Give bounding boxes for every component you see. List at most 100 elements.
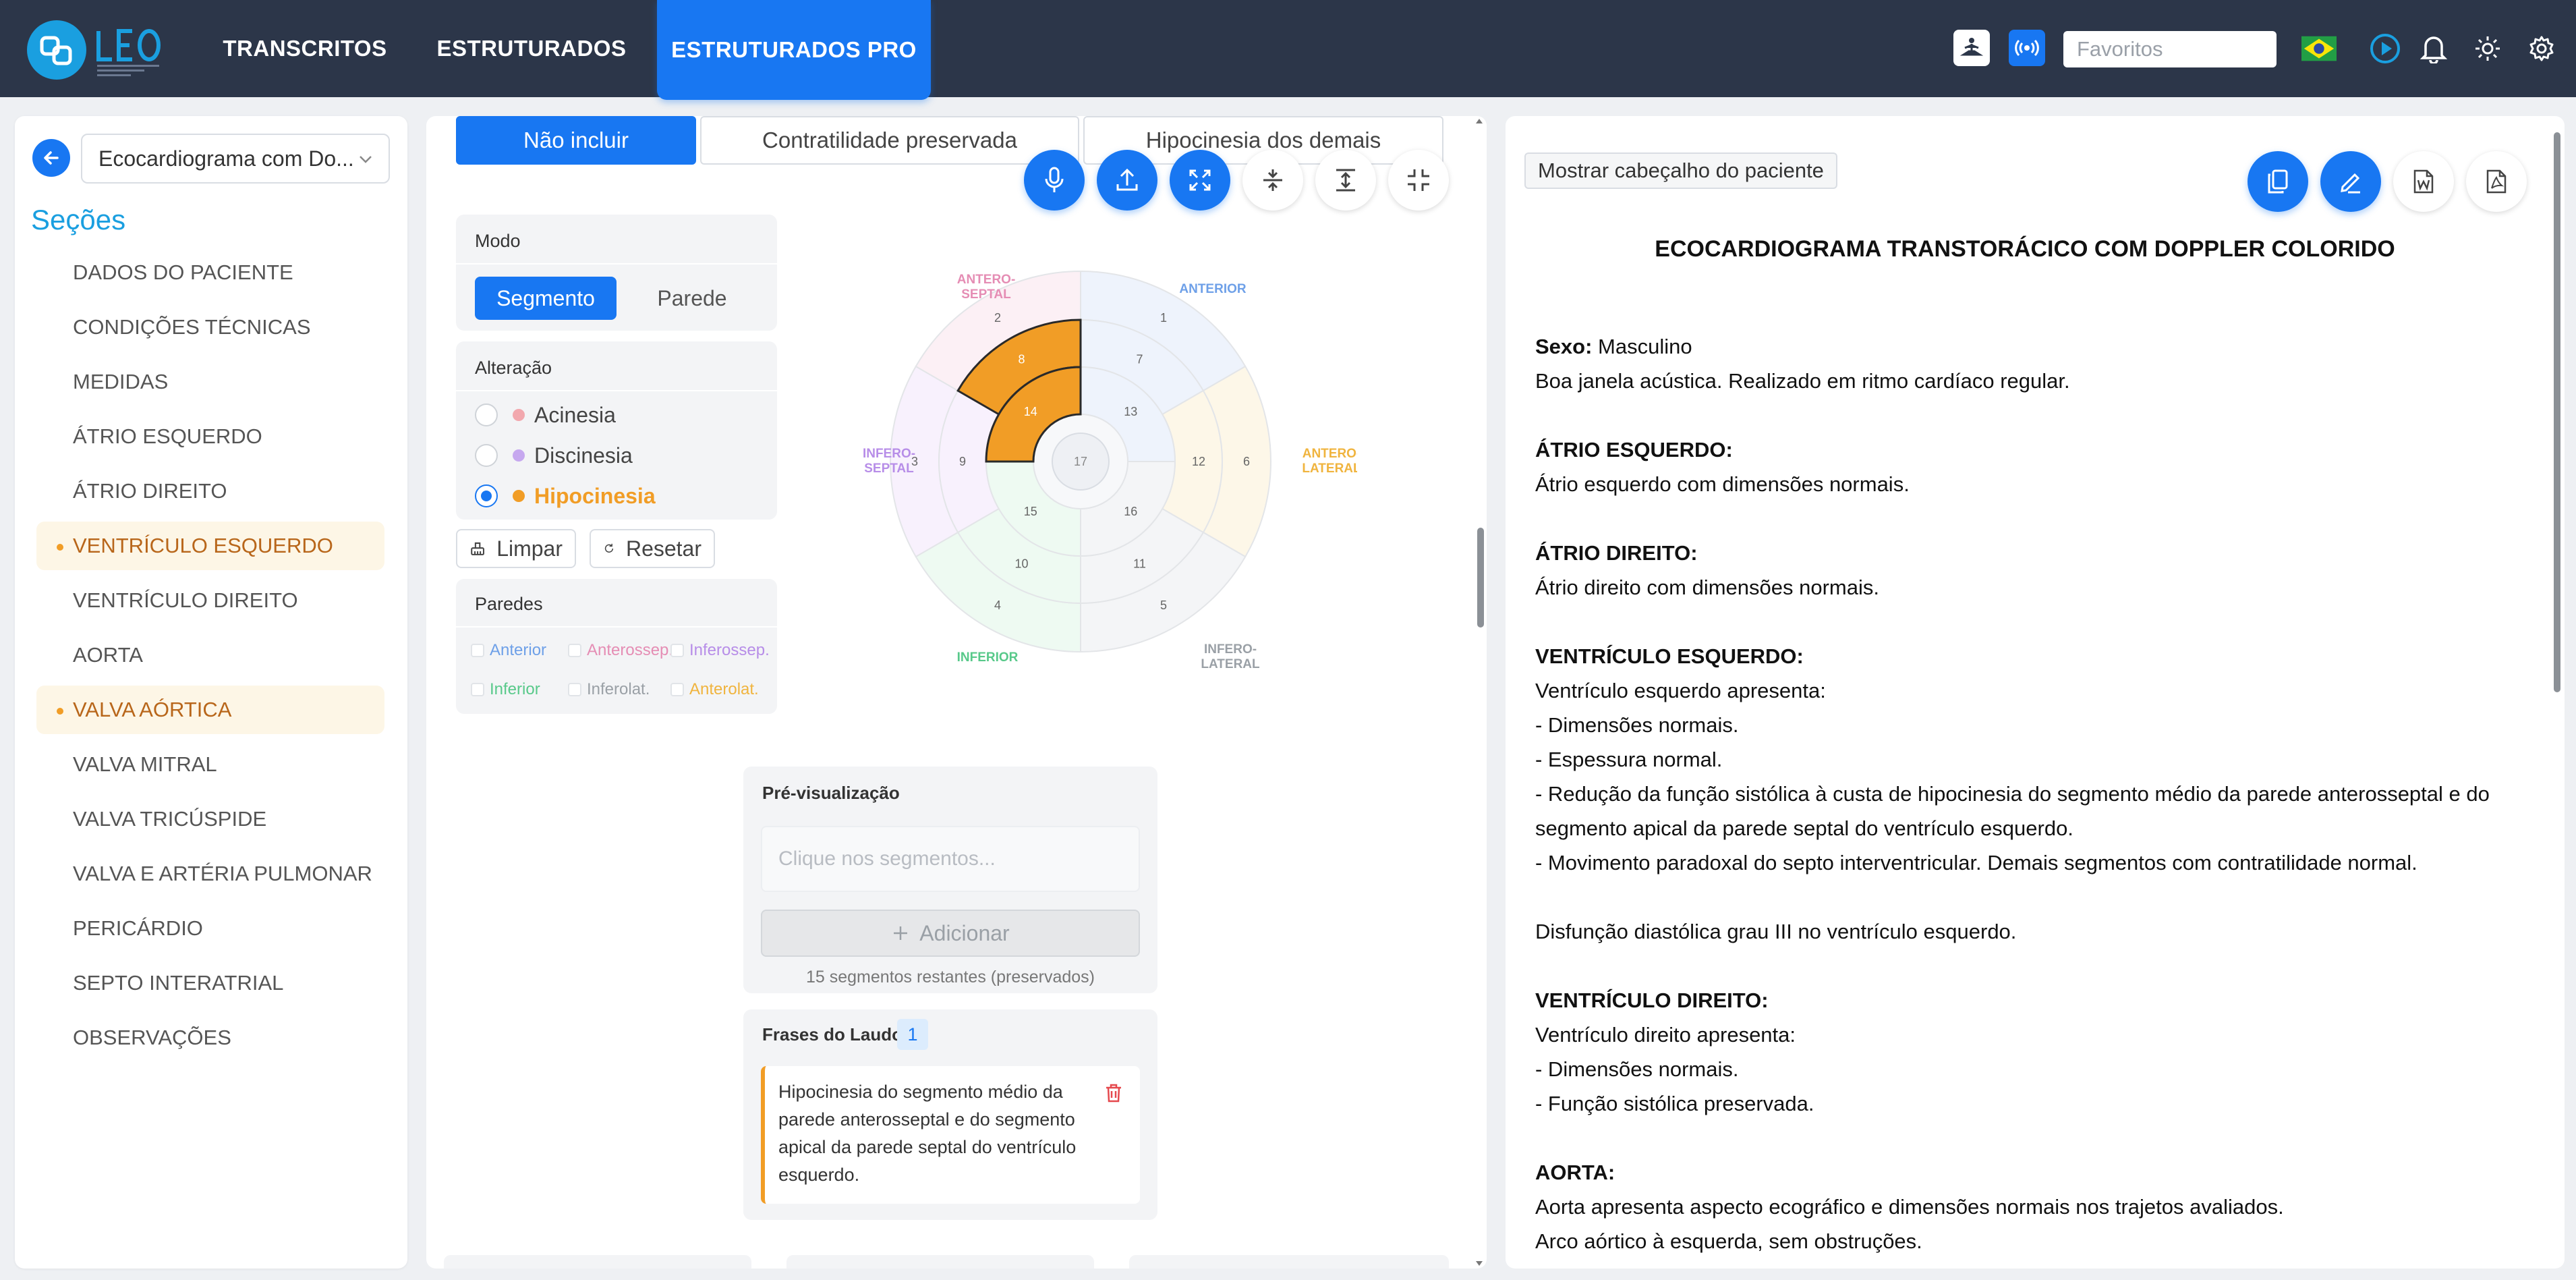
segment-number-8: 8 <box>1018 352 1025 366</box>
reset-button[interactable]: Resetar <box>590 529 715 568</box>
sun-icon[interactable] <box>2470 31 2505 66</box>
expand-button[interactable] <box>1170 150 1230 211</box>
alteration-option-discinesia[interactable]: Discinesia <box>475 439 633 472</box>
phrase-card: Hipocinesia do segmento médio da parede … <box>761 1066 1140 1204</box>
tab-nao-incluir[interactable]: Não incluir <box>456 116 696 165</box>
wall-checkbox-inferolateral[interactable]: Inferolat. <box>568 680 650 699</box>
favorites-input[interactable] <box>2063 31 2277 67</box>
expand-vertical-icon <box>1336 169 1355 192</box>
scroll-down-icon[interactable] <box>1475 1259 1484 1269</box>
play-icon[interactable] <box>2368 31 2403 66</box>
section-item-medidas[interactable]: MEDIDAS <box>36 358 384 406</box>
section-item-valva-mitral[interactable]: VALVA MITRAL <box>36 740 384 789</box>
report-scrollbar-thumb[interactable] <box>2554 132 2560 692</box>
copy-button[interactable] <box>2248 151 2308 212</box>
wall-checkbox-inferior[interactable]: Inferior <box>471 680 540 699</box>
microphone-button[interactable] <box>1024 150 1085 211</box>
report-phrases-box: Frases do Laudo 1 Hipocinesia do segment… <box>743 1009 1157 1220</box>
label-antero-septal-1: ANTERO- <box>957 273 1016 287</box>
add-button[interactable]: Adicionar <box>761 910 1140 957</box>
back-button[interactable] <box>32 139 70 177</box>
clear-button[interactable]: Limpar <box>456 529 576 568</box>
label-antero-lateral-2: LATERAL <box>1302 462 1357 476</box>
collapse-vertical-button[interactable] <box>1242 150 1303 211</box>
sign-button[interactable] <box>2320 151 2381 212</box>
report-line: segmento apical da parede septal do vent… <box>1535 816 2073 840</box>
report-line: - Dimensões normais. <box>1535 1057 1739 1081</box>
expand-vertical-button[interactable] <box>1315 150 1376 211</box>
nav-estruturados-pro[interactable]: ESTRUTURADOS PRO <box>657 0 931 100</box>
radio-hipocinesia[interactable] <box>475 484 498 507</box>
report-spacer <box>1535 398 2527 433</box>
editor-scrollbar-thumb[interactable] <box>1477 528 1484 628</box>
broadcast-icon[interactable] <box>2009 30 2045 66</box>
export-pdf-button[interactable] <box>2466 151 2527 212</box>
wall-checkbox-anterosseptal[interactable]: Anterossep. <box>568 641 673 660</box>
nav-transcritos[interactable]: TRANSCRITOS <box>210 0 399 97</box>
bell-icon[interactable] <box>2416 31 2451 66</box>
leo-logo[interactable] <box>24 18 166 82</box>
radio-acinesia[interactable] <box>475 404 498 426</box>
section-item-ventriculo-direito[interactable]: VENTRÍCULO DIREITO <box>36 576 384 625</box>
section-item-dados-paciente[interactable]: DADOS DO PACIENTE <box>36 248 384 297</box>
report-line: Sexo: Masculino <box>1535 335 1692 358</box>
walls-box: Paredes Anterior Anterossep. Inferossep.… <box>456 579 777 714</box>
report-spacer <box>1535 605 2527 639</box>
alteration-option-acinesia[interactable]: Acinesia <box>475 398 616 432</box>
section-item-valva-tricuspide[interactable]: VALVA TRICÚSPIDE <box>36 795 384 843</box>
report-spacer <box>1535 501 2527 536</box>
tab-contratilidade-preservada[interactable]: Contratilidade preservada <box>700 116 1079 165</box>
scroll-up-icon[interactable] <box>1475 116 1484 126</box>
section-item-aorta[interactable]: AORTA <box>36 631 384 679</box>
template-select[interactable]: Ecocardiograma com Do... <box>81 134 390 184</box>
copy-icon <box>2268 169 2288 194</box>
walls-title: Paredes <box>475 594 543 614</box>
wall-checkbox-anterolateral[interactable]: Anterolat. <box>670 680 759 699</box>
section-item-atrio-esquerdo[interactable]: ÁTRIO ESQUERDO <box>36 412 384 461</box>
section-item-valva-aortica[interactable]: VALVA AÓRTICA <box>36 686 384 734</box>
section-item-atrio-direito[interactable]: ÁTRIO DIREITO <box>36 467 384 516</box>
segment-number-17: 17 <box>1074 455 1087 468</box>
label-antero-septal-2: SEPTAL <box>961 287 1011 302</box>
segment-number-16: 16 <box>1124 505 1137 518</box>
section-item-ventriculo-esquerdo[interactable]: VENTRÍCULO ESQUERDO <box>36 522 384 570</box>
trash-icon[interactable] <box>1104 1082 1124 1104</box>
wall-checkbox-anterior[interactable]: Anterior <box>471 641 546 660</box>
section-item-pericardio[interactable]: PERICÁRDIO <box>36 904 384 953</box>
upload-button[interactable] <box>1097 150 1157 211</box>
minimize-button[interactable] <box>1388 150 1449 211</box>
segment-number-11: 11 <box>1133 557 1146 571</box>
alteration-option-hipocinesia[interactable]: Hipocinesia <box>475 479 656 513</box>
template-select-value: Ecocardiograma com Do... <box>98 146 354 171</box>
mode-segment-button[interactable]: Segmento <box>475 277 617 320</box>
brazil-flag-icon[interactable] <box>2301 31 2337 66</box>
meditation-icon[interactable] <box>1953 30 1990 66</box>
section-item-septo-interatrial[interactable]: SEPTO INTERATRIAL <box>36 959 384 1007</box>
section-item-condicoes-tecnicas[interactable]: CONDIÇÕES TÉCNICAS <box>36 303 384 352</box>
report-line: Ventrículo esquerdo apresenta: <box>1535 679 1826 702</box>
label-infero-lateral-1: INFERO- <box>1204 642 1257 657</box>
report-line: Aorta apresenta aspecto ecográfico e dim… <box>1535 1195 2284 1219</box>
mode-wall-button[interactable]: Parede <box>625 277 760 320</box>
report-spacer <box>1535 880 2527 914</box>
segment-number-7: 7 <box>1136 352 1143 366</box>
report-line: - Movimento paradoxal do septo intervent… <box>1535 851 2417 874</box>
color-dot <box>513 409 525 421</box>
section-item-valva-arteria-pulmonar[interactable]: VALVA E ARTÉRIA PULMONAR <box>36 850 384 898</box>
phrases-count-badge: 1 <box>897 1019 928 1050</box>
report-line: - Dimensões normais. <box>1535 713 1739 737</box>
gear-icon[interactable] <box>2524 31 2559 66</box>
report-line: - Função sistólica preservada. <box>1535 1092 1814 1115</box>
segment-number-9: 9 <box>959 455 966 468</box>
section-item-observacoes[interactable]: OBSERVAÇÕES <box>36 1013 384 1062</box>
report-body: Sexo: Masculino Boa janela acústica. Real… <box>1535 329 2527 1258</box>
editor-scrollbar[interactable] <box>1475 116 1484 1269</box>
radio-discinesia[interactable] <box>475 444 498 467</box>
nav-estruturados[interactable]: ESTRUTURADOS <box>432 0 631 97</box>
export-word-button[interactable] <box>2393 151 2454 212</box>
show-patient-header-button[interactable]: Mostrar cabeçalho do paciente <box>1524 152 1837 189</box>
sections-title: Seções <box>31 204 126 235</box>
report-spacer <box>1535 1121 2527 1155</box>
segment-number-12: 12 <box>1192 455 1205 468</box>
wall-checkbox-inferosseptal[interactable]: Inferossep. <box>670 641 770 660</box>
